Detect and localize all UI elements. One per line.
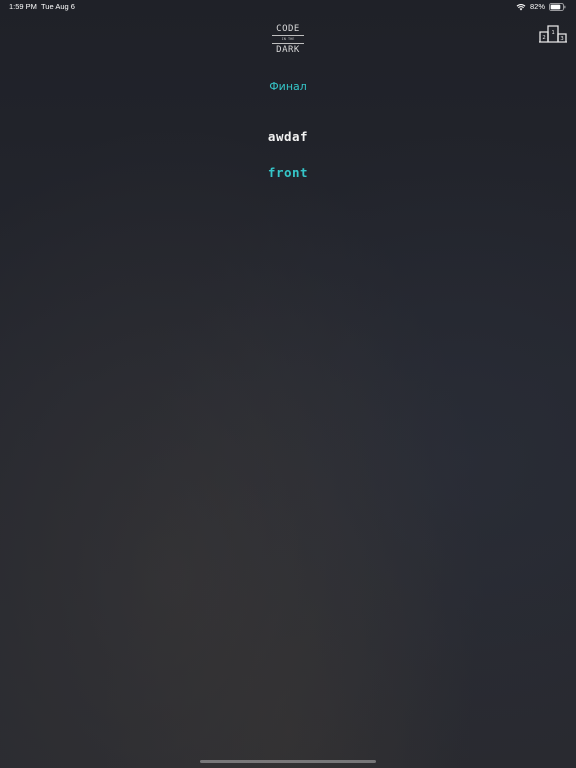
logo-text-bottom: DARK [276, 45, 300, 55]
code-in-the-dark-logo: CODE IN THE DARK [268, 24, 308, 58]
svg-text:2: 2 [542, 35, 545, 41]
status-indicators: 82% [516, 2, 566, 11]
svg-text:1: 1 [551, 30, 554, 36]
logo-text-middle: IN THE [281, 37, 295, 41]
round-title: Финал [269, 80, 307, 93]
status-date: Tue Aug 6 [41, 2, 75, 11]
wifi-icon [516, 3, 526, 11]
battery-icon [549, 2, 566, 11]
logo-divider [272, 35, 304, 36]
battery-percent: 82% [529, 2, 545, 11]
svg-text:3: 3 [560, 36, 563, 42]
home-indicator[interactable] [200, 760, 376, 763]
podium-icon: 1 2 3 [538, 25, 568, 48]
player-item-awdaf[interactable]: awdaf [0, 129, 576, 144]
player-item-front[interactable]: front [0, 165, 576, 180]
logo-text-top: CODE [276, 24, 300, 34]
leaderboard-button[interactable]: 1 2 3 [538, 22, 568, 44]
status-bar: 1:59 PM Tue Aug 6 82% [0, 0, 576, 14]
status-time: 1:59 PM [9, 2, 37, 11]
logo-divider [272, 43, 304, 44]
